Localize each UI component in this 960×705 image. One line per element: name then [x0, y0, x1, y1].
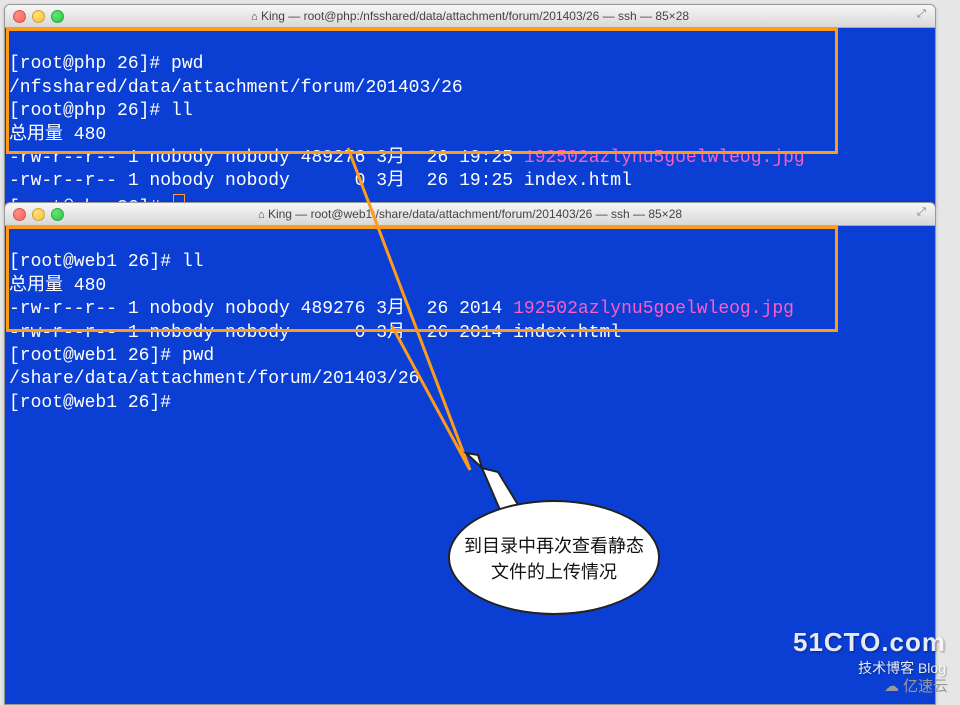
prompt: [root@web1 26]#	[9, 252, 182, 272]
prompt: [root@web1 26]#	[9, 393, 182, 413]
terminal-body[interactable]: [root@php 26]# pwd /nfsshared/data/attac…	[5, 28, 935, 206]
file-row: -rw-r--r-- 1 nobody nobody 489276 3月 26 …	[9, 299, 513, 319]
traffic-lights	[5, 10, 64, 23]
output-total: 总用量 480	[9, 276, 106, 296]
minimize-icon[interactable]	[32, 10, 45, 23]
file-row: -rw-r--r-- 1 nobody nobody 0 3月 26 19:25…	[9, 171, 632, 191]
zoom-icon[interactable]	[51, 208, 64, 221]
output-path: /share/data/attachment/forum/201403/26	[9, 369, 419, 389]
titlebar[interactable]: ⌂ King — root@php:/nfsshared/data/attach…	[5, 5, 935, 28]
zoom-icon[interactable]	[51, 10, 64, 23]
minimize-icon[interactable]	[32, 208, 45, 221]
traffic-lights	[5, 208, 64, 221]
close-icon[interactable]	[13, 208, 26, 221]
terminal-window-php: ⌂ King — root@php:/nfsshared/data/attach…	[4, 4, 936, 207]
prompt: [root@php 26]#	[9, 54, 171, 74]
file-name: 192502azlynu5goelwleog.jpg	[524, 148, 805, 168]
home-icon: ⌂	[258, 209, 265, 221]
window-title: ⌂ King — root@web1:/share/data/attachmen…	[5, 207, 935, 221]
output-total: 总用量 480	[9, 125, 106, 145]
command: pwd	[171, 54, 203, 74]
resize-icon[interactable]: ⤢	[917, 206, 931, 220]
titlebar[interactable]: ⌂ King — root@web1:/share/data/attachmen…	[5, 203, 935, 226]
annotation-text: 到目录中再次查看静态文件的上传情况	[464, 532, 644, 584]
terminal-body[interactable]: [root@web1 26]# ll 总用量 480 -rw-r--r-- 1 …	[5, 226, 935, 704]
command: pwd	[182, 346, 214, 366]
cloud-icon: ☁	[884, 677, 899, 695]
home-icon: ⌂	[251, 11, 258, 23]
file-row: -rw-r--r-- 1 nobody nobody 0 3月 26 2014 …	[9, 323, 621, 343]
file-name: 192502azlynu5goelwleog.jpg	[513, 299, 794, 319]
window-title: ⌂ King — root@php:/nfsshared/data/attach…	[5, 9, 935, 23]
command: ll	[171, 101, 193, 121]
resize-icon[interactable]: ⤢	[917, 8, 931, 22]
file-row: -rw-r--r-- 1 nobody nobody 489276 3月 26 …	[9, 148, 524, 168]
command: ll	[182, 252, 204, 272]
terminal-window-web1: ⌂ King — root@web1:/share/data/attachmen…	[4, 202, 936, 705]
close-icon[interactable]	[13, 10, 26, 23]
prompt: [root@web1 26]#	[9, 346, 182, 366]
prompt: [root@php 26]#	[9, 101, 171, 121]
output-path: /nfsshared/data/attachment/forum/201403/…	[9, 78, 463, 98]
watermark-yisu: ☁亿速云	[884, 675, 948, 696]
annotation-bubble: 到目录中再次查看静态文件的上传情况	[448, 500, 660, 615]
